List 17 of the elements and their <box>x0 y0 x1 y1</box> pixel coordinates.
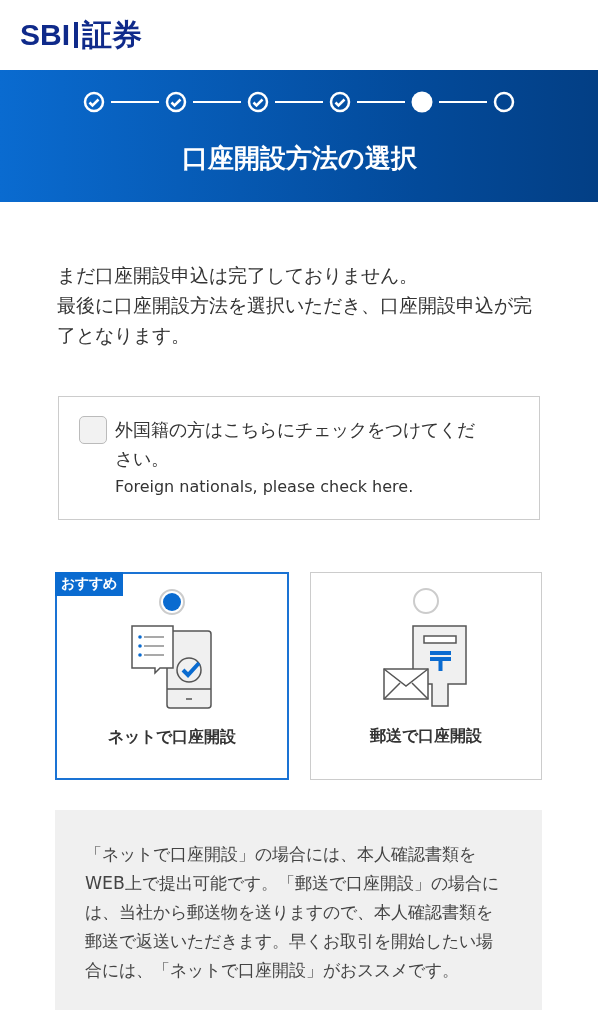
option-label: ネットで口座開設 <box>108 727 236 748</box>
radio-button[interactable] <box>159 589 185 615</box>
checkbox-label: Foreign nationals, please check here. <box>115 476 415 498</box>
phone-checklist-icon <box>131 625 213 709</box>
recommended-badge: おすすめ <box>55 572 123 596</box>
mailbox-envelope-icon <box>383 624 469 708</box>
page-title: 口座開設方法の選択 <box>181 142 417 175</box>
option-label: 郵送で口座開設 <box>370 726 482 747</box>
checkbox[interactable] <box>79 416 107 444</box>
option-card[interactable]: おすすめ ネットで口座開設 <box>55 572 289 780</box>
info-text: 「ネットで口座開設」の場合には、本人確認書類をWEB上で提出可能です。「郵送で口座開設」の場合には、当社から郵送物を送りますので、本人確認書類を郵送で返送いただきます。早くお取引を開始したい場合には、「ネットで口座開設」がおススメです。 <box>85 843 500 982</box>
option-card[interactable]: 郵送で口座開設 <box>310 572 542 780</box>
intro-text: 最後に口座開設方法を選択いただき、口座開設申込が完了となります。 <box>57 293 533 348</box>
intro-text: まだ口座開設申込は完了しておりません。 <box>57 263 419 288</box>
logo: SBI 証券 <box>20 16 142 53</box>
radio-button[interactable] <box>413 588 439 614</box>
checkbox-label: 外国籍の方はこちらにチェックをつけてください。 <box>115 418 476 471</box>
